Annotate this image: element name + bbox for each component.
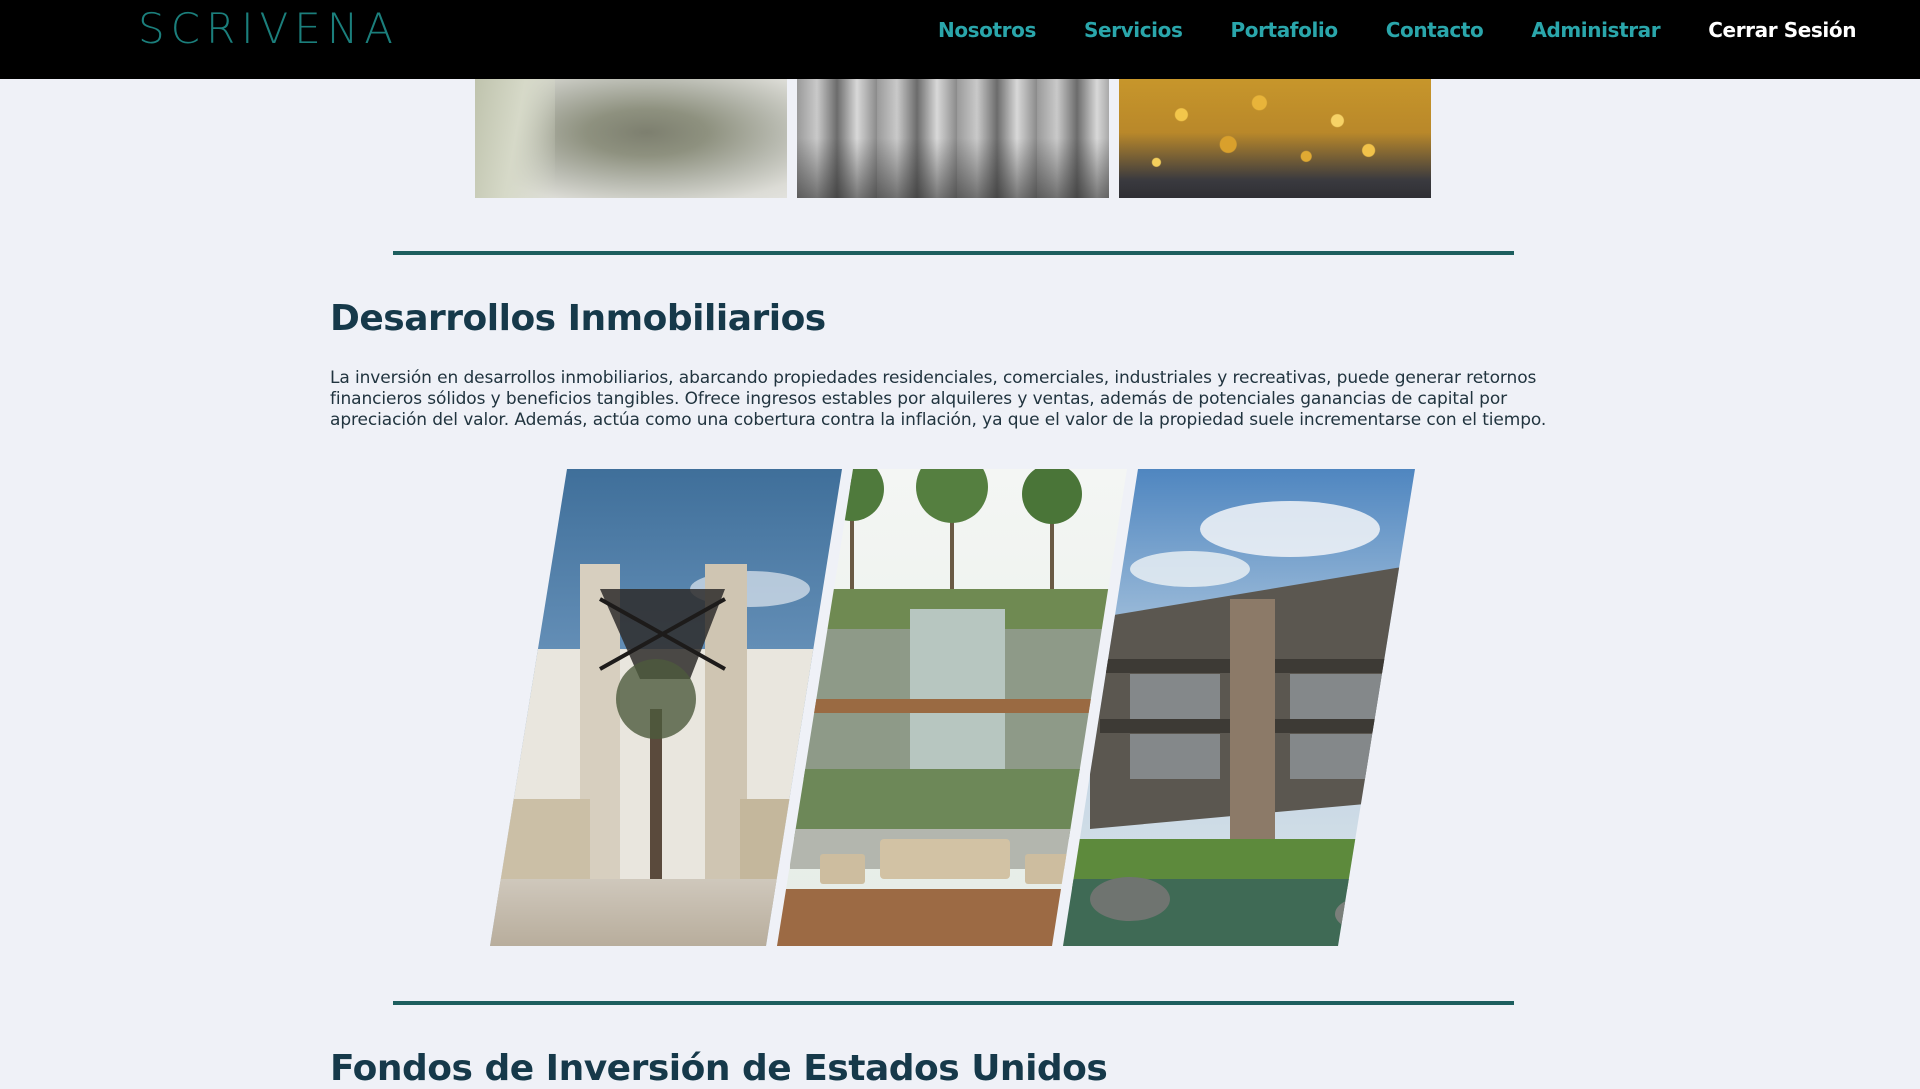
logout-link[interactable]: Cerrar Sesión (1708, 18, 1856, 42)
nav-link-administrar[interactable]: Administrar (1531, 18, 1660, 42)
section-title-real-estate: Desarrollos Inmobiliarios (330, 298, 826, 339)
section-divider (393, 1001, 1514, 1005)
section-title-us-funds: Fondos de Inversión de Estados Unidos (330, 1048, 1108, 1089)
brand-logo[interactable]: SCRIVENA (138, 4, 399, 54)
section-divider (393, 251, 1514, 255)
real-estate-gallery-svg (490, 469, 1415, 946)
metal-bars-photo (797, 79, 1109, 198)
mineral-powder-photo (475, 79, 787, 198)
section-description-real-estate: La inversión en desarrollos inmobiliario… (330, 368, 1547, 430)
nav-link-portafolio[interactable]: Portafolio (1230, 18, 1338, 42)
nav-link-servicios[interactable]: Servicios (1084, 18, 1183, 42)
top-navbar: SCRIVENA Nosotros Servicios Portafolio C… (0, 0, 1920, 79)
nav-link-contacto[interactable]: Contacto (1386, 18, 1484, 42)
metals-image-strip (475, 79, 1432, 198)
real-estate-gallery (490, 469, 1415, 946)
nav-link-nosotros[interactable]: Nosotros (938, 18, 1036, 42)
gold-nuggets-photo (1119, 79, 1431, 198)
main-nav: Nosotros Servicios Portafolio Contacto A… (938, 0, 1856, 60)
